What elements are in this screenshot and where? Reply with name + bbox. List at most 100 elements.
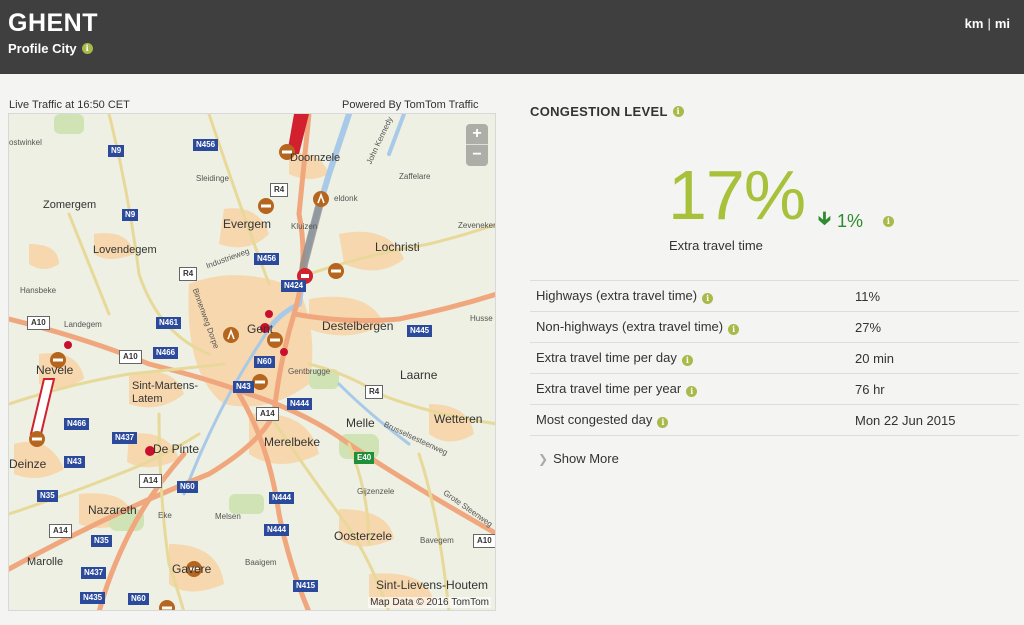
road-shield: N437 (81, 567, 107, 579)
incident-dot-icon[interactable] (280, 348, 288, 356)
powered-by-label: Powered By TomTom Traffic (342, 99, 479, 111)
congestion-delta-value: 1% (836, 210, 863, 231)
place-label: ostwinkel (9, 138, 42, 147)
table-row: Highways (extra travel time) i 11% (530, 280, 1019, 312)
info-icon[interactable]: i (686, 386, 698, 397)
info-icon[interactable]: i (81, 43, 93, 54)
road-shield: N466 (153, 347, 179, 359)
place-label: Evergem (223, 217, 272, 231)
congestion-title: CONGESTION LEVEL i (530, 104, 684, 119)
place-label: Zeveneken (458, 221, 496, 230)
arrow-down-icon: 🡳 (818, 208, 831, 228)
live-traffic-label: Live Traffic at 16:50 CET (9, 99, 130, 111)
road-shield: A14 (49, 524, 72, 538)
road-shield: A10 (473, 534, 495, 548)
table-row: Most congested day i Mon 22 Jun 2015 (530, 404, 1019, 436)
stat-label: Extra travel time per year i (530, 373, 855, 405)
stat-label-text: Extra travel time per year (536, 381, 682, 396)
incident-dot-icon[interactable] (265, 310, 273, 318)
road-shield: N9 (122, 209, 139, 221)
zoom-control: + − (466, 124, 488, 166)
unit-separator: | (987, 16, 991, 31)
profile-subtitle: Profile City i (8, 41, 93, 56)
place-label: Wetteren (434, 412, 483, 426)
stat-label: Non-highways (extra travel time) i (530, 311, 855, 343)
road-closed-icon[interactable] (258, 198, 274, 214)
roadworks-icon[interactable] (313, 191, 329, 207)
table-row: Extra travel time per year i 76 hr (530, 373, 1019, 405)
road-shield: R4 (179, 267, 198, 281)
place-label: Zomergem (43, 199, 97, 211)
place-label: Deinze (9, 457, 47, 471)
place-label: Merelbeke (264, 435, 321, 449)
show-more-text: Show More (553, 451, 619, 466)
road-closed-icon[interactable] (29, 431, 45, 447)
road-shield: A10 (119, 350, 142, 364)
stat-label: Extra travel time per day i (530, 342, 855, 374)
city-label-gent: Gent (247, 322, 274, 336)
place-label: Sint-Martens- Latem (132, 380, 199, 405)
zoom-in-button[interactable]: + (466, 124, 488, 145)
table-row: Non-highways (extra travel time) i 27% (530, 311, 1019, 343)
stat-label-text: Extra travel time per day (536, 350, 677, 365)
incident-dot-icon[interactable] (64, 341, 72, 349)
road-shield: A14 (139, 474, 162, 488)
stat-label-text: Most congested day (536, 412, 653, 427)
unit-mi-button[interactable]: mi (995, 16, 1010, 31)
road-shield: N35 (37, 490, 58, 502)
traffic-map[interactable]: ostwinkel Doornzele Sleidinge Zaffelare … (8, 113, 496, 611)
place-label: Husse (470, 314, 493, 323)
road-closed-icon[interactable] (252, 374, 268, 390)
place-label: Zaffelare (399, 172, 431, 181)
road-shield: N437 (112, 432, 138, 444)
place-label: Gavere (172, 562, 212, 576)
stat-value: Mon 22 Jun 2015 (855, 404, 1019, 436)
place-label: Kluizen (291, 222, 318, 231)
unit-km-button[interactable]: km (965, 16, 984, 31)
place-label: Lovendegem (93, 244, 157, 256)
roadworks-icon[interactable] (223, 327, 239, 343)
road-closed-icon[interactable] (159, 600, 175, 611)
info-icon[interactable]: i (702, 293, 714, 304)
road-shield: N435 (80, 592, 106, 604)
place-label: Marolle (27, 556, 64, 568)
info-icon[interactable]: i (657, 417, 669, 428)
stat-value: 76 hr (855, 373, 1019, 405)
place-label: Doornzele (290, 152, 341, 164)
congestion-percent: 17% (668, 156, 806, 234)
road-shield: N43 (64, 456, 85, 468)
road-shield: N424 (281, 280, 307, 292)
road-shield: N466 (64, 418, 90, 430)
place-label: Melle (346, 416, 375, 430)
place-label: Sleidinge (196, 174, 229, 183)
place-label: eldonk (334, 194, 358, 203)
info-icon[interactable]: i (728, 324, 740, 335)
place-label: Laarne (400, 368, 438, 382)
traffic-jam-segment[interactable] (29, 378, 56, 435)
unit-toggle: km | mi (965, 16, 1010, 31)
info-icon[interactable]: i (882, 215, 894, 227)
road-shield: R4 (365, 385, 384, 399)
road-closed-icon[interactable] (328, 263, 344, 279)
place-label: Oosterzele (334, 529, 393, 543)
stat-label-text: Non-highways (extra travel time) (536, 319, 724, 334)
info-icon[interactable]: i (681, 355, 693, 366)
stat-value: 27% (855, 311, 1019, 343)
place-label: Melsen (215, 512, 241, 521)
road-shield: N415 (293, 580, 319, 592)
congestion-delta: 🡳 1% i (818, 206, 894, 236)
road-shield: N444 (269, 492, 295, 504)
place-label: Bavegem (420, 536, 454, 545)
road-shield: A10 (27, 316, 50, 330)
profile-subtitle-text: Profile City (8, 41, 77, 56)
road-shield: N444 (287, 398, 313, 410)
place-label: Eke (158, 511, 172, 520)
congestion-stats-table: Highways (extra travel time) i 11% Non-hi… (530, 280, 1019, 436)
info-icon[interactable]: i (672, 106, 684, 117)
road-shield: N60 (128, 593, 149, 605)
header-bar: GHENT Profile City i km | mi (0, 0, 1024, 74)
city-name: GHENT (8, 9, 98, 37)
zoom-out-button[interactable]: − (466, 145, 488, 166)
road-shield: N35 (91, 535, 112, 547)
show-more-link[interactable]: ❯ Show More (538, 451, 619, 466)
